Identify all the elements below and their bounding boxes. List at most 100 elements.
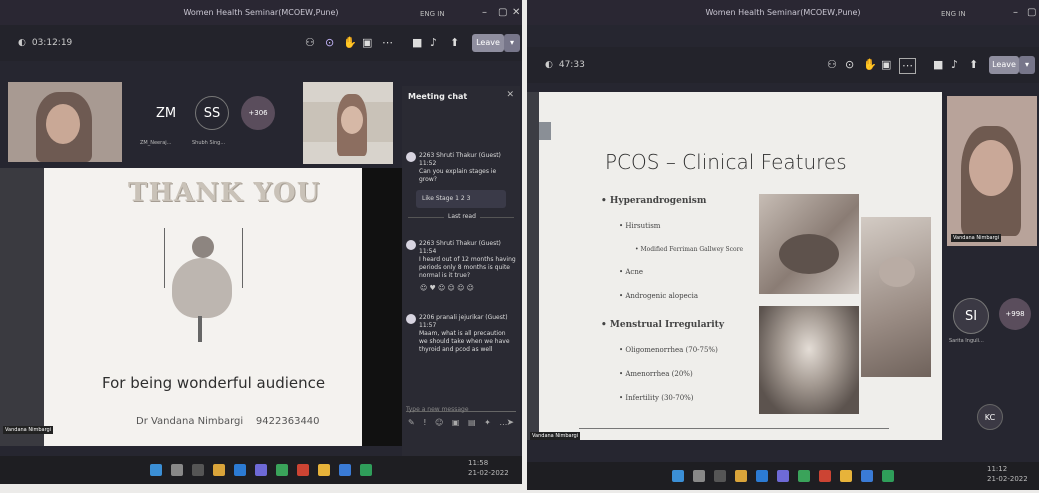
- bullet-item: • Amenorrhea (20%): [619, 370, 693, 378]
- bullet-item: • Hyperandrogenism: [601, 196, 707, 206]
- participant-avatar[interactable]: KC: [977, 404, 1003, 430]
- leave-label: Leave: [992, 60, 1016, 69]
- leave-dropdown[interactable]: ▾: [504, 34, 520, 52]
- slide-accent-bar: [539, 122, 551, 140]
- bullet-text: Hyperandrogenism: [609, 196, 707, 206]
- bullet-text: Modified Ferriman Gallwey Score: [640, 246, 744, 253]
- presenter-name-tag: Vandana Nimbargi: [530, 432, 581, 440]
- clinical-photo-hirsutism: [759, 194, 859, 294]
- leave-button[interactable]: Leave: [472, 34, 504, 52]
- app-icon[interactable]: [297, 464, 309, 476]
- maximize-icon[interactable]: ▢: [498, 0, 507, 25]
- taskview-icon[interactable]: [192, 464, 204, 476]
- more-icon[interactable]: ⋯: [382, 25, 393, 61]
- tray-language[interactable]: ENG IN: [420, 0, 445, 484]
- minimize-icon[interactable]: –: [482, 0, 487, 25]
- avatar: [406, 314, 416, 324]
- more-icon[interactable]: ⋯: [899, 58, 916, 74]
- explorer-icon[interactable]: [213, 464, 225, 476]
- tray-date: 21-02-2022: [468, 469, 509, 477]
- teams-icon[interactable]: [777, 470, 789, 482]
- more-participants-badge[interactable]: +998: [999, 298, 1031, 330]
- bullet-item: • Menstrual Irregularity: [601, 320, 725, 330]
- presenter-name-tag: Vandana Nimbargi: [3, 426, 54, 434]
- avatar-initials: SI: [964, 308, 978, 324]
- slide-subheading: For being wonderful audience: [102, 374, 326, 392]
- meeting-timer: 03:12:19: [31, 38, 73, 48]
- excel-icon[interactable]: [360, 464, 372, 476]
- avatar-initials: SS: [203, 105, 221, 121]
- reactions-icon[interactable]: ✋: [343, 25, 357, 61]
- window-title: Women Health Seminar(MCOEW,Pune): [183, 8, 339, 17]
- participant-name: Shubh Sing...: [192, 140, 226, 146]
- send-icon[interactable]: ➤: [506, 418, 514, 428]
- edge-icon[interactable]: [234, 464, 246, 476]
- slide-author: Dr Vandana Nimbargi: [136, 416, 244, 427]
- edge-icon[interactable]: [756, 470, 768, 482]
- leave-dropdown[interactable]: ▾: [1019, 56, 1035, 74]
- bullet-item: • Hirsutism: [619, 222, 661, 230]
- bullet-item: • Modified Ferriman Gallwey Score: [635, 246, 744, 253]
- participant-avatar[interactable]: SS: [195, 96, 229, 130]
- leave-button[interactable]: Leave: [989, 56, 1019, 74]
- word-icon[interactable]: [339, 464, 351, 476]
- bullet-text: Oligomenorrhea (70-75%): [625, 346, 718, 354]
- chat-icon[interactable]: ⊙: [845, 47, 854, 83]
- participant-avatar[interactable]: ZM: [149, 96, 183, 130]
- meeting-timer: 47:33: [558, 60, 585, 70]
- rooms-icon[interactable]: ▣: [362, 25, 372, 61]
- reactions-icon[interactable]: ✋: [863, 47, 877, 83]
- shield-icon: ◐: [545, 60, 553, 70]
- chrome-icon[interactable]: [840, 470, 852, 482]
- left-meeting-window: Women Health Seminar(MCOEW,Pune) – ▢ ✕ ◐…: [0, 0, 522, 484]
- people-icon[interactable]: ⚇: [827, 47, 837, 83]
- search-icon[interactable]: [693, 470, 705, 482]
- slide-side-panel: [527, 92, 539, 440]
- bullet-item: • Oligomenorrhea (70-75%): [619, 346, 718, 354]
- rooms-icon[interactable]: ▣: [881, 47, 891, 83]
- window-title: Women Health Seminar(MCOEW,Pune): [705, 8, 861, 17]
- share-icon[interactable]: ⬆: [969, 47, 978, 83]
- participant-count: +998: [1005, 310, 1025, 318]
- slide-author-line: Dr Vandana Nimbargi 9422363440: [136, 416, 320, 427]
- people-icon[interactable]: ⚇: [305, 25, 315, 61]
- clinical-photo-acne: [861, 217, 931, 377]
- presenter-video-tile: [303, 82, 393, 164]
- chat-icon[interactable]: ⊙: [325, 25, 334, 61]
- bullet-text: Androgenic alopecia: [625, 292, 699, 300]
- last-read-label: Last read: [444, 213, 480, 221]
- participant-name: ZM_Neeraj...: [140, 140, 172, 146]
- slide-footer-line: [579, 428, 889, 429]
- teams-icon[interactable]: [255, 464, 267, 476]
- avatar-initials: KC: [984, 412, 996, 422]
- share-icon[interactable]: ⬆: [450, 25, 459, 61]
- windows-start-icon[interactable]: [150, 464, 162, 476]
- slide-heading: THANK YOU: [128, 178, 321, 208]
- maximize-icon[interactable]: ▢: [1027, 0, 1036, 25]
- clinical-photo-alopecia: [759, 306, 859, 414]
- avatar-initials: ZM: [155, 105, 177, 121]
- taskview-icon[interactable]: [714, 470, 726, 482]
- swing-illustration: [154, 228, 254, 348]
- store-icon[interactable]: [276, 464, 288, 476]
- chrome-icon[interactable]: [318, 464, 330, 476]
- minimize-icon[interactable]: –: [1013, 0, 1018, 25]
- tray-language[interactable]: ENG IN: [941, 0, 966, 490]
- bullet-item: • Infertility (30-70%): [619, 394, 694, 402]
- explorer-icon[interactable]: [735, 470, 747, 482]
- search-icon[interactable]: [171, 464, 183, 476]
- close-icon[interactable]: ✕: [512, 0, 520, 25]
- slide-title: PCOS – Clinical Features: [605, 150, 847, 174]
- close-chat-icon[interactable]: ✕: [506, 90, 514, 100]
- bullet-text: Hirsutism: [625, 222, 661, 230]
- store-icon[interactable]: [798, 470, 810, 482]
- bullet-text: Amenorrhea (20%): [625, 370, 693, 378]
- slide-phone: 9422363440: [255, 416, 320, 427]
- word-icon[interactable]: [861, 470, 873, 482]
- excel-icon[interactable]: [882, 470, 894, 482]
- app-icon[interactable]: [819, 470, 831, 482]
- avatar: [406, 240, 416, 250]
- more-participants-badge[interactable]: +306: [241, 96, 275, 130]
- windows-start-icon[interactable]: [672, 470, 684, 482]
- shared-slide: PCOS – Clinical Features • Hyperandrogen…: [539, 92, 942, 440]
